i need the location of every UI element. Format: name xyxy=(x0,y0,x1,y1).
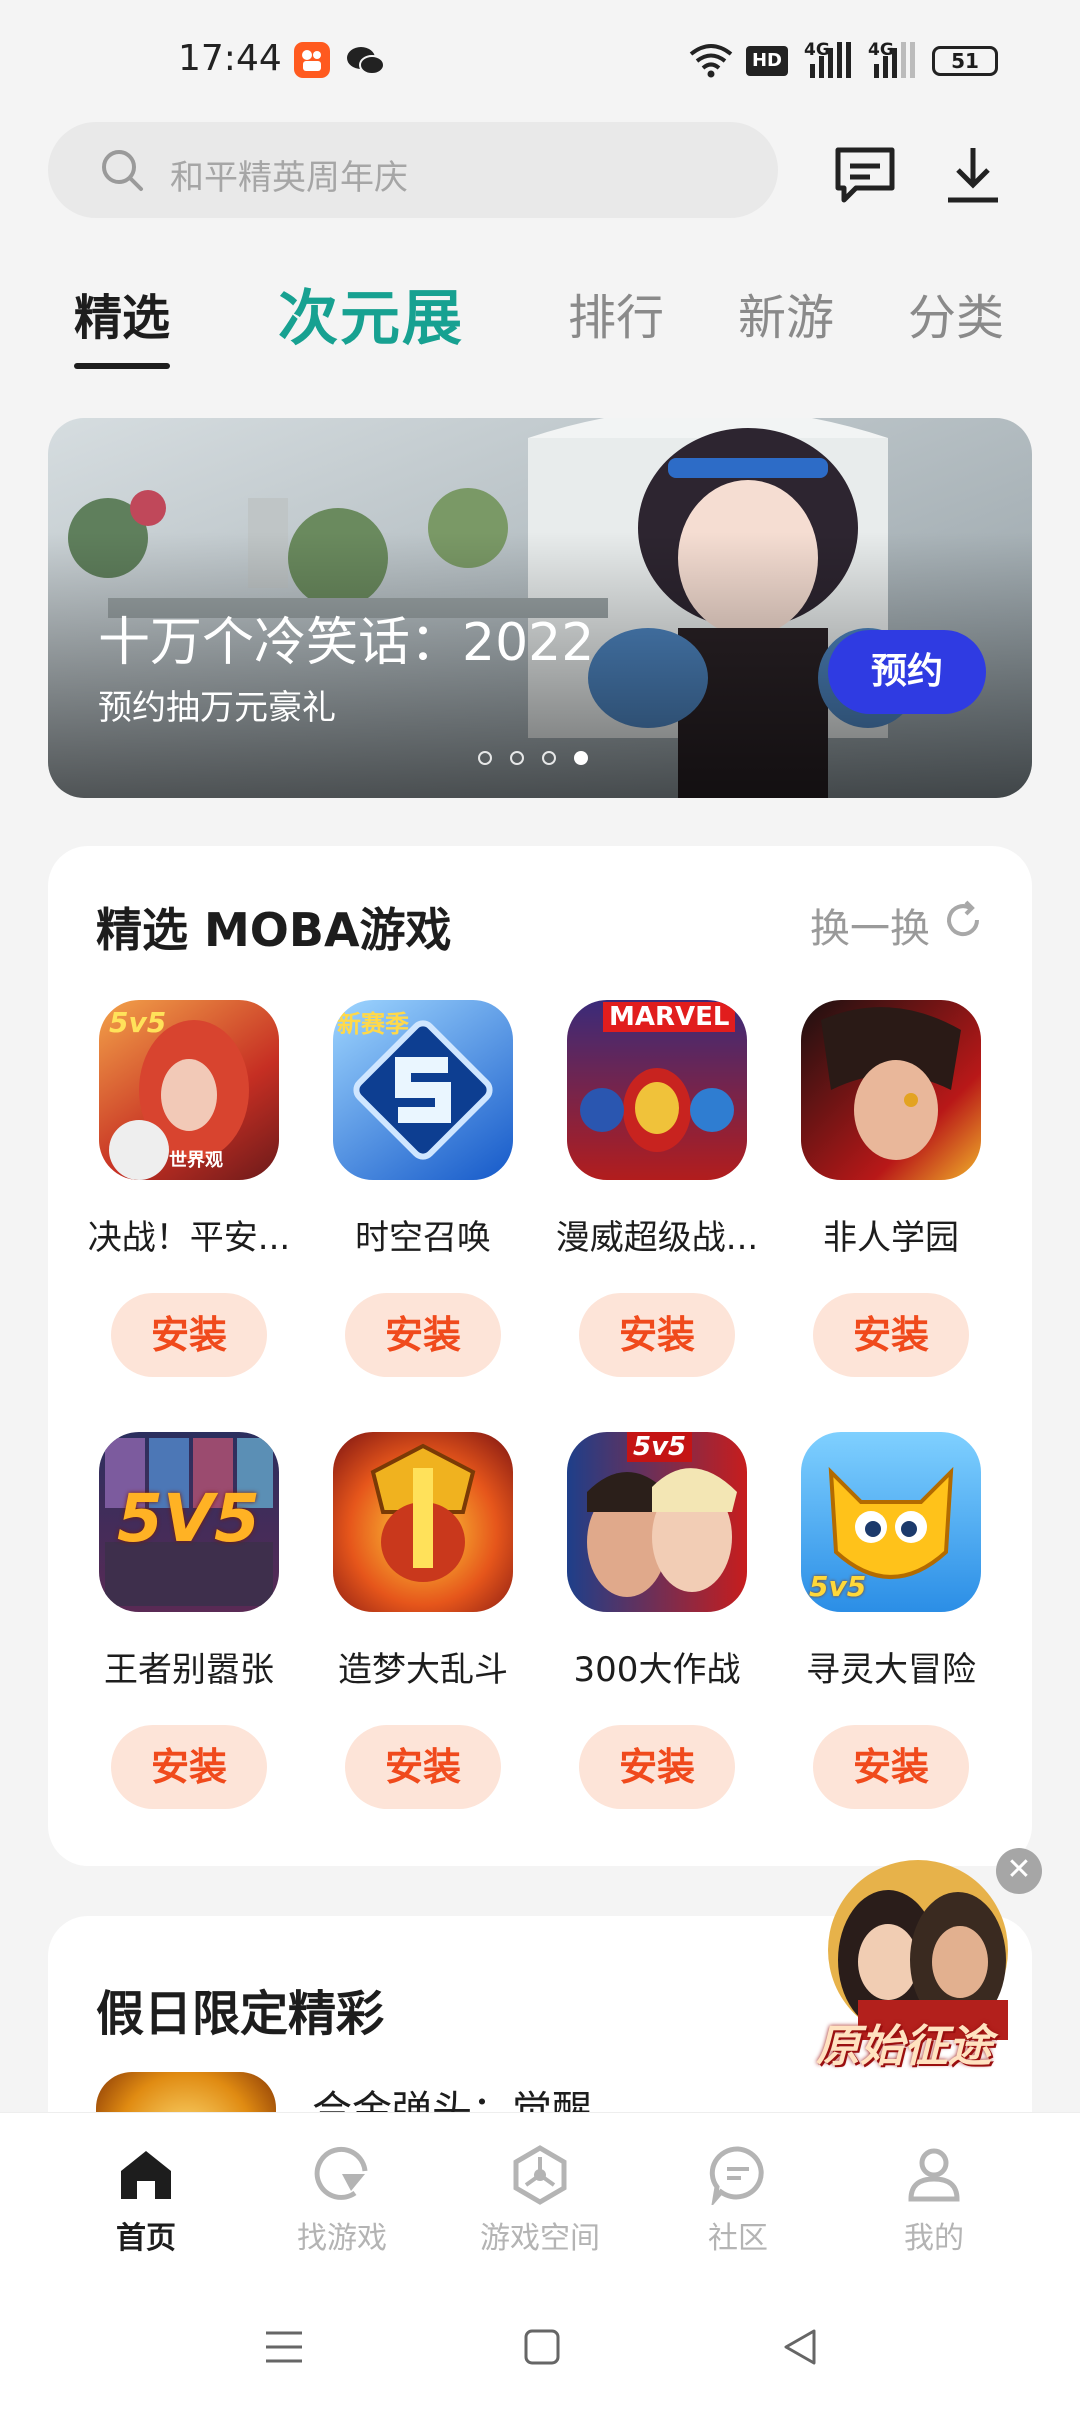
refresh-icon xyxy=(942,899,984,951)
app-name: 王者别嚣张 xyxy=(104,1650,274,1690)
nav-label: 游戏空间 xyxy=(480,2221,600,2256)
nav-label: 找游戏 xyxy=(297,2221,387,2256)
tab-ranking[interactable]: 排行 xyxy=(568,278,664,348)
signal-1-icon: 4G xyxy=(804,40,868,80)
battery-level: 51 xyxy=(951,49,979,73)
section-title: 假日限定精彩 xyxy=(96,1986,385,2042)
find-game-icon xyxy=(311,2143,373,2205)
home-icon xyxy=(115,2143,177,2205)
app-icon[interactable]: 5v5 世界观 xyxy=(99,1000,279,1180)
nav-home[interactable]: 首页 xyxy=(38,2143,254,2257)
app-icon[interactable]: 新赛季 xyxy=(333,1000,513,1180)
app-item[interactable]: 新赛季 时空召唤 安装 xyxy=(306,1000,540,1377)
app-icon-subtext: 世界观 xyxy=(169,1150,223,1171)
banner-title: 十万个冷笑话：2022 xyxy=(98,613,595,673)
tab-new-games[interactable]: 新游 xyxy=(738,278,834,348)
nav-label: 首页 xyxy=(116,2221,176,2256)
signal-2-icon: 4G xyxy=(868,40,932,80)
featured-banner[interactable]: 十万个冷笑话：2022 预约抽万元豪礼 预约 xyxy=(48,418,1032,798)
carousel-dot[interactable] xyxy=(510,751,524,765)
nav-profile[interactable]: 我的 xyxy=(826,2143,1042,2257)
search-bar[interactable]: 和平精英周年庆 xyxy=(48,122,778,218)
message-icon[interactable] xyxy=(830,140,900,210)
reserve-button[interactable]: 预约 xyxy=(828,630,986,714)
app-icon-badge: 5v5 xyxy=(809,1570,867,1603)
back-icon[interactable] xyxy=(778,2325,822,2369)
banner-subtitle: 预约抽万元豪礼 xyxy=(98,688,336,728)
refresh-label: 换一换 xyxy=(810,906,930,952)
profile-icon xyxy=(903,2143,965,2205)
tab-categories[interactable]: 分类 xyxy=(908,278,1004,348)
install-button[interactable]: 安装 xyxy=(813,1293,969,1377)
app-icon[interactable]: 5v5 xyxy=(801,1432,981,1612)
moba-games-card: 精选 MOBA游戏 换一换 5v5 世界观 决战！平安... 安装 新赛季 时空… xyxy=(48,846,1032,1866)
status-time: 17:44 xyxy=(178,38,282,79)
nav-find-game[interactable]: 找游戏 xyxy=(234,2143,450,2257)
tab-featured[interactable]: 精选 xyxy=(74,278,170,348)
carousel-dot-active[interactable] xyxy=(574,751,588,765)
app-name: 非人学园 xyxy=(823,1218,959,1258)
home-button-icon[interactable] xyxy=(520,2325,564,2369)
refresh-button[interactable]: 换一换 xyxy=(810,896,984,954)
tab-dimension-expo[interactable]: 次元展 xyxy=(278,270,464,357)
battery-icon: 51 xyxy=(932,46,998,76)
game-space-icon xyxy=(509,2143,571,2205)
floating-ad-text: 原始征途 xyxy=(816,2021,992,2072)
hd-icon: HD xyxy=(746,46,788,76)
carousel-indicator xyxy=(478,750,606,769)
tab-indicator xyxy=(74,363,170,369)
app-item[interactable]: 5v5 世界观 决战！平安... 安装 xyxy=(72,1000,306,1377)
download-icon[interactable] xyxy=(938,140,1008,210)
app-name: 寻灵大冒险 xyxy=(806,1650,976,1690)
close-icon[interactable]: ✕ xyxy=(996,1848,1042,1894)
install-button[interactable]: 安装 xyxy=(345,1725,501,1809)
app-icon-badge: 5v5 xyxy=(627,1432,693,1462)
app-name: 漫威超级战... xyxy=(555,1218,759,1258)
status-bar: 17:44 HD 4G 4G 51 xyxy=(0,0,1080,110)
nav-label: 我的 xyxy=(904,2221,964,2256)
install-button[interactable]: 安装 xyxy=(111,1725,267,1809)
app-icon-badge: 5v5 xyxy=(109,1006,167,1039)
recents-icon[interactable] xyxy=(262,2325,306,2369)
install-button[interactable]: 安装 xyxy=(345,1293,501,1377)
app-name: 决战！平安... xyxy=(87,1218,291,1258)
app-item[interactable]: 5v5 300大作战 安装 xyxy=(540,1432,774,1809)
app-name: 造梦大乱斗 xyxy=(338,1650,508,1690)
community-icon xyxy=(707,2143,769,2208)
nav-game-space[interactable]: 游戏空间 xyxy=(432,2143,648,2257)
app-icon[interactable] xyxy=(801,1000,981,1180)
app-icon[interactable]: MARVEL xyxy=(567,1000,747,1180)
app-item[interactable]: 造梦大乱斗 安装 xyxy=(306,1432,540,1809)
install-button[interactable]: 安装 xyxy=(111,1293,267,1377)
app-icon-badge: 5V5 xyxy=(117,1480,260,1557)
install-button[interactable]: 安装 xyxy=(813,1725,969,1809)
search-icon xyxy=(100,148,144,192)
carousel-dot[interactable] xyxy=(542,751,556,765)
app-icon[interactable] xyxy=(333,1432,513,1612)
install-button[interactable]: 安装 xyxy=(579,1725,735,1809)
section-title: 精选 MOBA游戏 xyxy=(96,903,452,957)
app-icon[interactable]: 5v5 xyxy=(567,1432,747,1612)
install-button[interactable]: 安装 xyxy=(579,1293,735,1377)
wechat-notification-icon xyxy=(346,44,386,78)
app-name: 时空召唤 xyxy=(355,1218,491,1258)
app-item[interactable]: MARVEL 漫威超级战... 安装 xyxy=(540,1000,774,1377)
app-item[interactable]: 5v5 寻灵大冒险 安装 xyxy=(774,1432,1008,1809)
app-item[interactable]: 5V5 王者别嚣张 安装 xyxy=(72,1432,306,1809)
app-name: 300大作战 xyxy=(573,1650,741,1690)
app-icon-badge: 新赛季 xyxy=(337,1010,409,1038)
search-placeholder: 和平精英周年庆 xyxy=(170,158,408,198)
nav-community[interactable]: 社区 xyxy=(630,2143,846,2257)
carousel-dot[interactable] xyxy=(478,751,492,765)
nav-label: 社区 xyxy=(708,2221,768,2256)
app-icon[interactable]: 5V5 xyxy=(99,1432,279,1612)
app-icon-badge: MARVEL xyxy=(603,1002,736,1032)
kuaishou-notification-icon xyxy=(294,42,330,78)
wifi-icon xyxy=(688,42,734,78)
app-item[interactable]: 非人学园 安装 xyxy=(774,1000,1008,1377)
